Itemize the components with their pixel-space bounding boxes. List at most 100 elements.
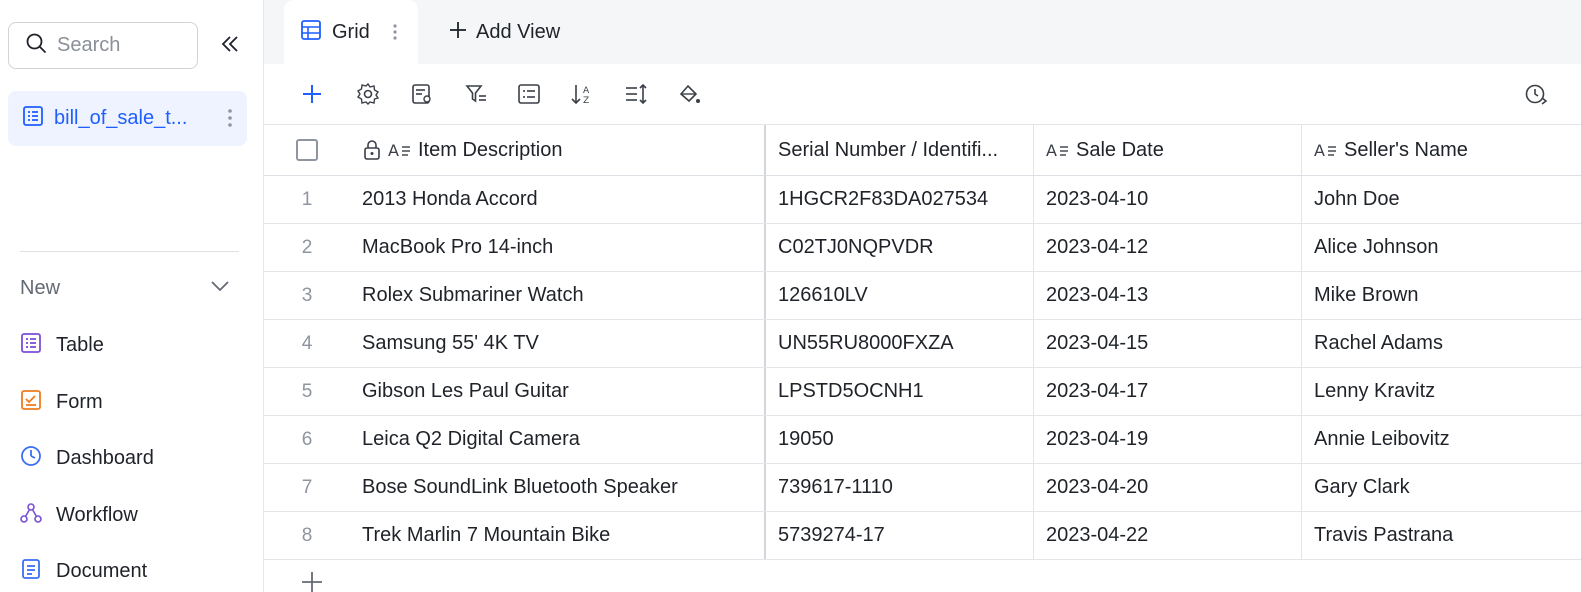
svg-text:A: A bbox=[388, 141, 399, 160]
column-header-item-description[interactable]: A Item Description bbox=[350, 125, 766, 175]
column-header-label: Serial Number / Identifi... bbox=[778, 138, 999, 161]
sidebar-item-form[interactable]: Form bbox=[20, 387, 103, 417]
workflow-icon bbox=[20, 502, 42, 529]
table-row[interactable]: 6 Leica Q2 Digital Camera 19050 2023-04-… bbox=[264, 416, 1581, 464]
column-header-label: Sale Date bbox=[1076, 138, 1164, 161]
svg-text:A: A bbox=[583, 86, 590, 96]
cell-serial-number[interactable]: 19050 bbox=[766, 416, 1034, 463]
table-header-row: A Item Description Serial Number / Ident… bbox=[264, 124, 1581, 176]
cell-serial-number[interactable]: 126610LV bbox=[766, 272, 1034, 319]
chevron-down-icon bbox=[208, 274, 232, 303]
table-row[interactable]: 1 2013 Honda Accord 1HGCR2F83DA027534 20… bbox=[264, 176, 1581, 224]
table-row[interactable]: 8 Trek Marlin 7 Mountain Bike 5739274-17… bbox=[264, 512, 1581, 560]
cell-item-description[interactable]: MacBook Pro 14-inch bbox=[350, 224, 766, 271]
sidebar-item-active-table[interactable]: bill_of_sale_t... bbox=[8, 91, 247, 146]
main-area: Grid Add View A Z A Item Description Ser… bbox=[264, 0, 1581, 592]
filter-icon[interactable] bbox=[462, 80, 490, 108]
sort-icon[interactable]: AZ bbox=[568, 80, 596, 108]
plus-icon bbox=[448, 20, 468, 45]
cell-serial-number[interactable]: 739617-1110 bbox=[766, 464, 1034, 511]
cell-sale-date[interactable]: 2023-04-15 bbox=[1034, 320, 1302, 367]
new-menu-toggle[interactable]: New bbox=[20, 275, 232, 301]
new-label: New bbox=[20, 276, 61, 299]
sidebar-item-table[interactable]: Table bbox=[20, 330, 104, 360]
cell-seller-name[interactable]: John Doe bbox=[1302, 176, 1581, 223]
sidebar-item-label: Workflow bbox=[56, 503, 138, 526]
row-height-icon[interactable] bbox=[622, 80, 650, 108]
form-icon bbox=[20, 389, 42, 416]
row-number: 7 bbox=[301, 476, 313, 498]
cell-sale-date[interactable]: 2023-04-12 bbox=[1034, 224, 1302, 271]
cell-seller-name[interactable]: Annie Leibovitz bbox=[1302, 416, 1581, 463]
cell-serial-number[interactable]: 5739274-17 bbox=[766, 512, 1034, 559]
cell-seller-name[interactable]: Gary Clark bbox=[1302, 464, 1581, 511]
cell-sale-date[interactable]: 2023-04-20 bbox=[1034, 464, 1302, 511]
add-icon[interactable] bbox=[298, 80, 326, 108]
row-number: 8 bbox=[301, 524, 313, 546]
table-row[interactable]: 7 Bose SoundLink Bluetooth Speaker 73961… bbox=[264, 464, 1581, 512]
lock-icon bbox=[362, 139, 382, 161]
search-icon bbox=[25, 32, 47, 59]
sidebar-item-workflow[interactable]: Workflow bbox=[20, 500, 138, 530]
cell-seller-name[interactable]: Travis Pastrana bbox=[1302, 512, 1581, 559]
group-icon[interactable] bbox=[515, 80, 543, 108]
document-icon bbox=[20, 558, 42, 585]
cell-serial-number[interactable]: UN55RU8000FXZA bbox=[766, 320, 1034, 367]
app-window: Search bill_of_sale_t... New Table Form … bbox=[0, 0, 1581, 592]
cell-sale-date[interactable]: 2023-04-19 bbox=[1034, 416, 1302, 463]
table-row[interactable]: 4 Samsung 55' 4K TV UN55RU8000FXZA 2023-… bbox=[264, 320, 1581, 368]
text-field-icon: A bbox=[1314, 139, 1338, 161]
column-header-seller-name[interactable]: A Seller's Name bbox=[1302, 125, 1581, 175]
sidebar-item-document[interactable]: Document bbox=[20, 556, 147, 586]
settings-icon[interactable] bbox=[354, 80, 382, 108]
table-row[interactable]: 5 Gibson Les Paul Guitar LPSTD5OCNH1 202… bbox=[264, 368, 1581, 416]
row-number: 4 bbox=[301, 332, 313, 354]
cell-item-description[interactable]: 2013 Honda Accord bbox=[350, 176, 766, 223]
column-header-serial-number[interactable]: Serial Number / Identifi... bbox=[766, 125, 1034, 175]
cell-sale-date[interactable]: 2023-04-10 bbox=[1034, 176, 1302, 223]
table-row[interactable]: 2 MacBook Pro 14-inch C02TJ0NQPVDR 2023-… bbox=[264, 224, 1581, 272]
sidebar: Search bill_of_sale_t... New Table Form … bbox=[0, 0, 264, 592]
tab-grid[interactable]: Grid bbox=[284, 0, 418, 64]
table-row[interactable]: 3 Rolex Submariner Watch 126610LV 2023-0… bbox=[264, 272, 1581, 320]
cell-item-description[interactable]: Trek Marlin 7 Mountain Bike bbox=[350, 512, 766, 559]
field-edit-icon[interactable] bbox=[408, 80, 436, 108]
sidebar-item-dashboard[interactable]: Dashboard bbox=[20, 443, 154, 473]
cell-seller-name[interactable]: Lenny Kravitz bbox=[1302, 368, 1581, 415]
color-fill-icon[interactable] bbox=[675, 80, 703, 108]
cell-serial-number[interactable]: C02TJ0NQPVDR bbox=[766, 224, 1034, 271]
table-icon bbox=[22, 105, 44, 132]
cell-seller-name[interactable]: Alice Johnson bbox=[1302, 224, 1581, 271]
row-number: 5 bbox=[301, 380, 313, 402]
column-header-label: Seller's Name bbox=[1344, 138, 1468, 161]
tab-more-icon[interactable] bbox=[392, 22, 398, 47]
search-box[interactable]: Search bbox=[8, 22, 198, 69]
cell-seller-name[interactable]: Rachel Adams bbox=[1302, 320, 1581, 367]
select-all-cell[interactable] bbox=[264, 125, 350, 175]
select-all-checkbox[interactable] bbox=[296, 139, 318, 161]
add-view-label: Add View bbox=[476, 20, 561, 43]
add-view-button[interactable]: Add View bbox=[448, 18, 560, 46]
add-row-icon[interactable] bbox=[300, 568, 324, 592]
cell-item-description[interactable]: Gibson Les Paul Guitar bbox=[350, 368, 766, 415]
row-number: 1 bbox=[301, 188, 313, 210]
active-table-label: bill_of_sale_t... bbox=[54, 107, 188, 129]
cell-sale-date[interactable]: 2023-04-17 bbox=[1034, 368, 1302, 415]
cell-seller-name[interactable]: Mike Brown bbox=[1302, 272, 1581, 319]
search-placeholder: Search bbox=[57, 34, 121, 56]
cell-serial-number[interactable]: LPSTD5OCNH1 bbox=[766, 368, 1034, 415]
history-icon[interactable] bbox=[1522, 80, 1550, 108]
collapse-sidebar-icon[interactable] bbox=[218, 32, 242, 56]
cell-serial-number[interactable]: 1HGCR2F83DA027534 bbox=[766, 176, 1034, 223]
cell-item-description[interactable]: Bose SoundLink Bluetooth Speaker bbox=[350, 464, 766, 511]
cell-sale-date[interactable]: 2023-04-13 bbox=[1034, 272, 1302, 319]
cell-item-description[interactable]: Rolex Submariner Watch bbox=[350, 272, 766, 319]
more-options-icon[interactable] bbox=[227, 107, 233, 134]
view-tabbar: Grid Add View bbox=[264, 0, 1581, 64]
cell-item-description[interactable]: Samsung 55' 4K TV bbox=[350, 320, 766, 367]
column-header-label: Item Description bbox=[418, 138, 563, 161]
cell-sale-date[interactable]: 2023-04-22 bbox=[1034, 512, 1302, 559]
column-header-sale-date[interactable]: A Sale Date bbox=[1034, 125, 1302, 175]
text-field-icon: A bbox=[1046, 139, 1070, 161]
cell-item-description[interactable]: Leica Q2 Digital Camera bbox=[350, 416, 766, 463]
